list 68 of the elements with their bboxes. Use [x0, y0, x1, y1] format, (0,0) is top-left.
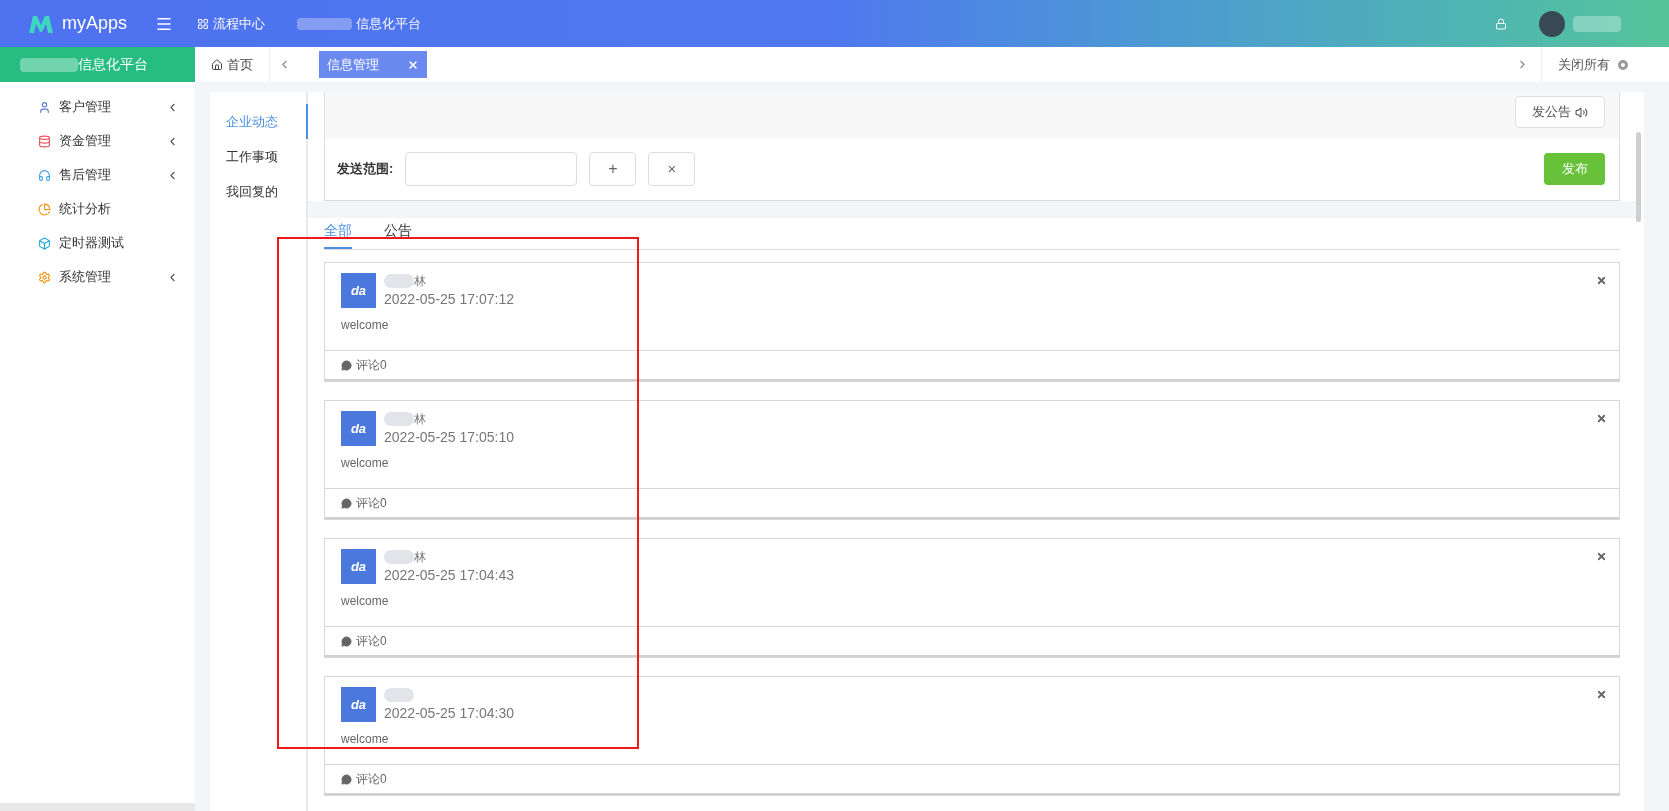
author-name: 林 — [414, 273, 426, 290]
author-name: 林 — [414, 549, 426, 566]
user-avatar: da — [341, 687, 376, 722]
close-all-button[interactable]: 关闭所有 — [1541, 47, 1644, 82]
post-body: welcome — [341, 593, 390, 610]
user-avatar: da — [341, 411, 376, 446]
sidebar-item[interactable]: 统计分析 — [0, 192, 195, 226]
sidebar-item[interactable]: 客户管理 — [0, 90, 195, 124]
post-time: 2022-05-25 17:04:30 — [384, 704, 514, 723]
post-body: welcome — [341, 317, 390, 334]
post-time: 2022-05-25 17:05:10 — [384, 428, 514, 447]
field-label: 发送范围: — [337, 160, 394, 179]
blurred-text — [384, 274, 414, 288]
comment-count[interactable]: 评论0 — [356, 770, 387, 788]
nav-tab[interactable]: 我回复的 — [210, 174, 306, 209]
logo-icon — [28, 13, 54, 34]
add-button[interactable]: + — [589, 152, 637, 186]
sidebar-item[interactable]: 定时器测试 — [0, 226, 195, 260]
feed-tab[interactable]: 全部 — [324, 220, 352, 249]
close-icon[interactable] — [1596, 689, 1607, 700]
close-icon[interactable] — [1596, 551, 1607, 562]
pie-chart-icon — [38, 202, 51, 216]
nav-link[interactable]: 流程中心 — [197, 13, 265, 34]
user-avatar: da — [341, 273, 376, 308]
platform-title: 信息化平台 — [78, 55, 148, 74]
close-icon[interactable] — [407, 58, 419, 71]
blurred-text — [1573, 15, 1621, 32]
comment-icon — [341, 497, 352, 509]
gear-icon — [38, 270, 51, 284]
comment-count[interactable]: 评论0 — [356, 632, 387, 650]
author-name: 林 — [414, 411, 426, 428]
nav-link[interactable]: 信息化平台 — [356, 13, 421, 34]
sidebar-item[interactable]: 系统管理 — [0, 260, 195, 294]
avatar[interactable] — [1539, 10, 1565, 37]
app-name: myApps — [62, 12, 128, 35]
post-time: 2022-05-25 17:07:12 — [384, 290, 514, 309]
speaker-icon — [1575, 105, 1588, 119]
sidebar-item[interactable]: 资金管理 — [0, 124, 195, 158]
post-body: welcome — [341, 455, 390, 472]
blurred-text — [297, 17, 352, 30]
post-time: 2022-05-25 17:04:43 — [384, 566, 514, 585]
home-tab[interactable]: 首页 — [195, 47, 270, 82]
blurred-text — [384, 550, 414, 564]
announce-button[interactable]: 发公告 — [1515, 96, 1605, 128]
grid-icon — [197, 17, 209, 30]
close-icon[interactable] — [1596, 275, 1607, 286]
scope-field[interactable] — [405, 152, 578, 186]
lock-icon[interactable] — [1495, 17, 1507, 30]
comment-icon — [341, 773, 352, 785]
database-icon — [38, 134, 51, 148]
post-body: welcome — [341, 731, 390, 748]
headset-icon — [38, 168, 51, 182]
nav-tab[interactable]: 工作事项 — [210, 139, 306, 174]
home-icon — [211, 58, 223, 71]
blurred-text — [384, 688, 414, 702]
sidebar-item[interactable]: 售后管理 — [0, 158, 195, 192]
close-icon[interactable] — [1596, 413, 1607, 424]
user-avatar: da — [341, 549, 376, 584]
user-icon — [38, 100, 51, 114]
comment-count[interactable]: 评论0 — [356, 356, 387, 374]
comment-count[interactable]: 评论0 — [356, 494, 387, 512]
clear-button[interactable]: × — [648, 152, 696, 186]
feed-tab[interactable]: 公告 — [384, 220, 412, 249]
blurred-text — [384, 412, 414, 426]
comment-icon — [341, 635, 352, 647]
comment-icon — [341, 359, 352, 371]
blurred-text — [20, 57, 78, 72]
cube-icon — [38, 236, 51, 250]
